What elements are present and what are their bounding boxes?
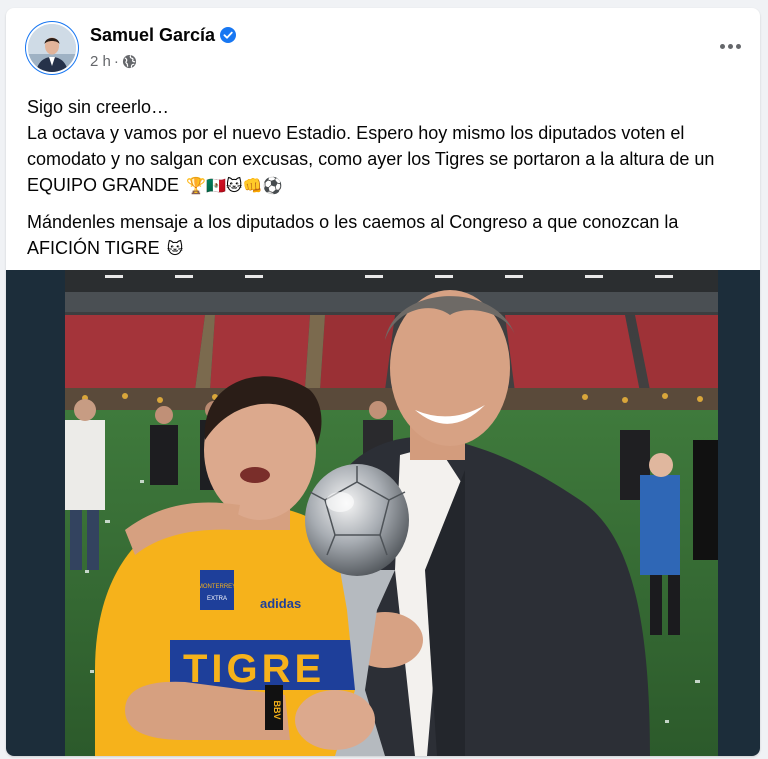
post-paragraph-2: Mándenles mensaje a los diputados o les … (27, 209, 742, 263)
post-line-1: Sigo sin creerlo… (27, 97, 170, 117)
post-meta: 2 h · (90, 53, 137, 73)
post-photo[interactable]: TIGRE MONTERREY EXTRA adidas BBV (65, 270, 718, 756)
avatar-image (28, 24, 76, 72)
stadium-photo: TIGRE MONTERREY EXTRA adidas BBV (65, 270, 718, 756)
brand-text: adidas (260, 596, 301, 611)
sponsor-text: MONTERREY (198, 584, 236, 590)
verified-badge-icon (220, 27, 237, 48)
post-media[interactable]: TIGRE MONTERREY EXTRA adidas BBV (6, 270, 760, 756)
sponsor-subtext: EXTRA (207, 596, 227, 602)
more-dot (735, 43, 741, 49)
post-paragraph-1: Sigo sin creerlo… La octava y vamos por … (27, 94, 742, 200)
post-line-3: Mándenles mensaje a los diputados o les … (27, 212, 679, 258)
post-card: Samuel García 2 h · Sigo sin creerlo… La … (6, 8, 760, 756)
jersey-text: TIGRE (183, 647, 325, 691)
avatar[interactable] (28, 24, 76, 72)
wristband-text: BBV (272, 700, 282, 719)
more-dot (727, 43, 733, 49)
more-options-icon[interactable] (714, 34, 746, 58)
post-text: Sigo sin creerlo… La octava y vamos por … (27, 94, 742, 272)
post-line-2: La octava y vamos por el nuevo Estadio. … (27, 123, 715, 195)
emoji-group: 🏆🇲🇽🐱👊⚽ (186, 178, 283, 195)
meta-separator: · (113, 53, 119, 70)
post-timestamp[interactable]: 2 h (90, 53, 111, 70)
tiger-emoji: 🐱 (166, 241, 184, 258)
author-name[interactable]: Samuel García (90, 25, 237, 48)
post-header: Samuel García 2 h · (6, 8, 760, 88)
more-dot (719, 43, 725, 49)
globe-icon[interactable] (122, 54, 137, 73)
author-name-text[interactable]: Samuel García (90, 25, 215, 45)
